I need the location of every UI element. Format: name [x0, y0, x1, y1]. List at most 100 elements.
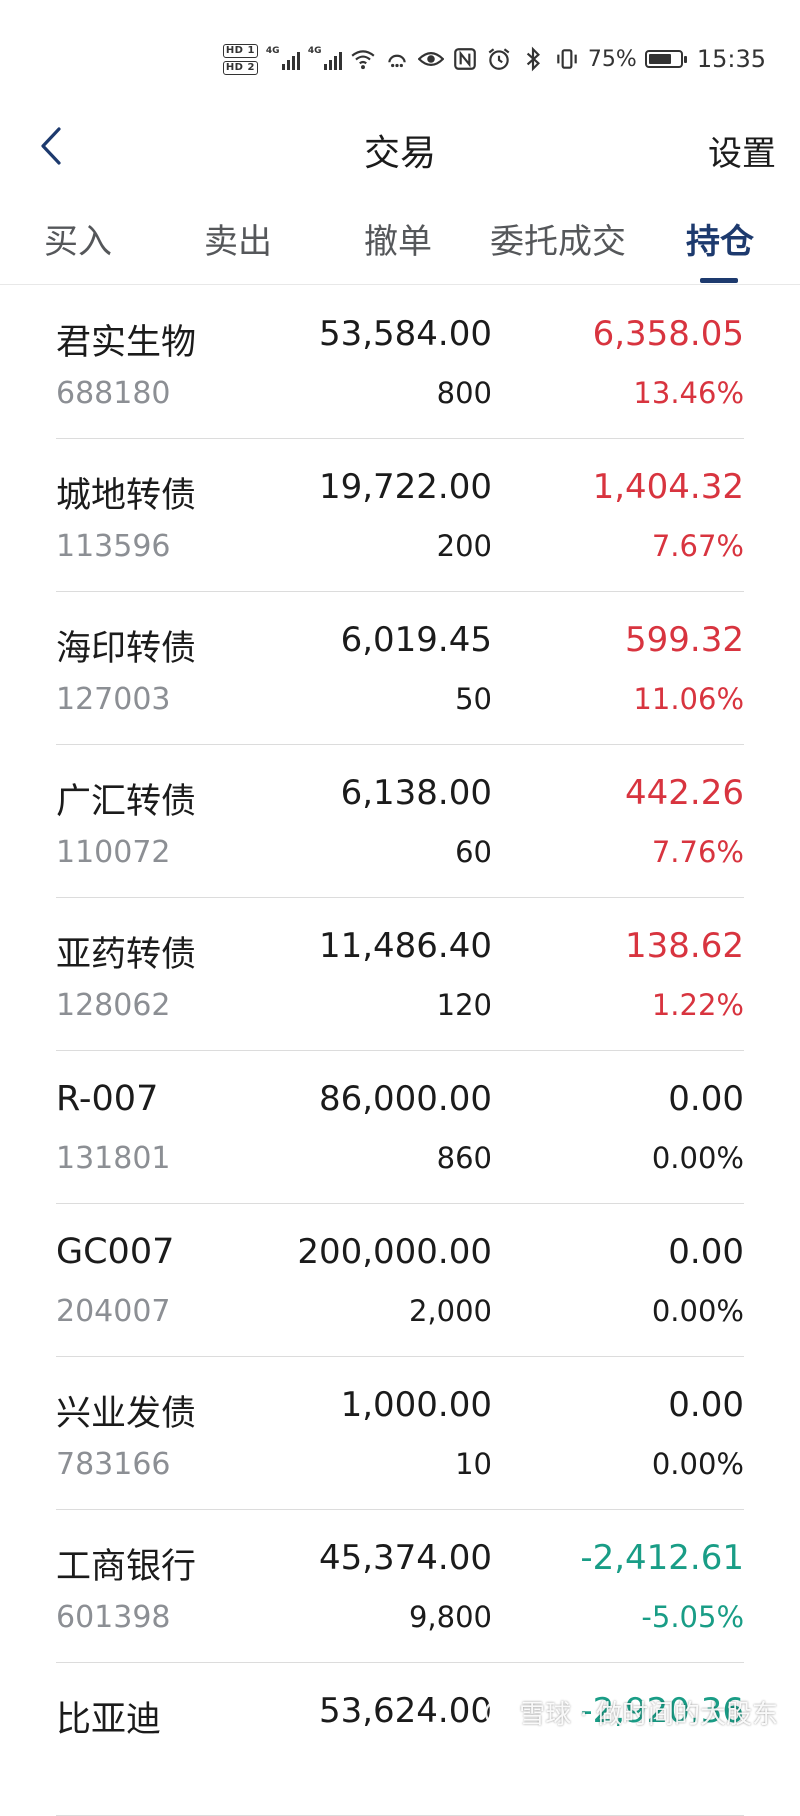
tab-bar: 买入 卖出 撤单 委托成交 持仓 [0, 196, 800, 285]
battery-fill [648, 54, 672, 64]
holding-name: 比亚迪 [56, 1700, 162, 1740]
holding-profit-pct: 7.76% [651, 835, 744, 869]
settings-button[interactable]: 设置 [708, 126, 776, 175]
holding-market-value: 19,722.00 [318, 467, 492, 507]
holding-name: GC007 [56, 1232, 175, 1272]
holding-profit-loss: -2,412.61 [580, 1538, 744, 1578]
eye-icon [417, 46, 444, 72]
tab-sell[interactable]: 卖出 [204, 214, 272, 263]
holding-market-value: 11,486.40 [318, 926, 492, 966]
alarm-icon [486, 46, 512, 72]
wifi-icon [350, 46, 376, 72]
holding-row[interactable]: 城地转债 113596 19,722.00 200 1,404.32 7.67% [56, 439, 744, 592]
holding-profit-loss: 1,404.32 [592, 467, 744, 507]
holding-code: 783166 [56, 1447, 171, 1482]
holding-row[interactable]: GC007 204007 200,000.00 2,000 0.00 0.00% [56, 1204, 744, 1357]
holding-profit-pct: 1.22% [651, 988, 744, 1022]
holding-quantity: 860 [436, 1141, 492, 1175]
holding-profit-pct: 7.67% [651, 529, 744, 563]
holding-name: 城地转债 [56, 476, 197, 516]
network-type-label-2: 4G [307, 46, 322, 56]
holding-market-value: 1,000.00 [340, 1385, 492, 1425]
holding-code: 113596 [56, 529, 171, 564]
bluetooth-icon [520, 46, 546, 72]
watermark: 雪球 · 做时间的大股东 [483, 1694, 778, 1731]
holding-quantity: 9,800 [408, 1600, 492, 1634]
holding-profit-loss: 0.00 [668, 1079, 744, 1119]
holding-profit-pct: 0.00% [651, 1447, 744, 1481]
signal-icon-2: 4G [307, 46, 342, 70]
holding-code: 204007 [56, 1294, 171, 1329]
holding-profit-loss: 0.00 [668, 1385, 744, 1425]
holding-quantity: 2,000 [408, 1294, 492, 1328]
holding-name: 亚药转债 [56, 935, 197, 975]
active-tab-indicator [700, 278, 738, 283]
signal-icon: 4G [265, 46, 300, 70]
holding-name: 兴业发债 [56, 1394, 197, 1434]
holding-quantity: 60 [455, 835, 492, 869]
holding-quantity: 120 [436, 988, 492, 1022]
holding-name: 君实生物 [56, 323, 197, 363]
holding-profit-loss: 0.00 [668, 1232, 744, 1272]
status-bar: HD 1 HD 2 4G 4G 75% 15:35 [0, 0, 800, 110]
holding-code: 601398 [56, 1600, 171, 1635]
nav-header: 交易 设置 [0, 110, 800, 182]
holding-row[interactable]: 广汇转债 110072 6,138.00 60 442.26 7.76% [56, 745, 744, 898]
holding-row[interactable]: 比亚迪 53,624.00 -2,920.36 [56, 1663, 744, 1816]
holding-market-value: 45,374.00 [318, 1538, 492, 1578]
holding-row[interactable]: 亚药转债 128062 11,486.40 120 138.62 1.22% [56, 898, 744, 1051]
holding-market-value: 6,138.00 [340, 773, 492, 813]
holding-row[interactable]: 工商银行 601398 45,374.00 9,800 -2,412.61 -5.05% [56, 1510, 744, 1663]
holdings-list[interactable]: 君实生物 688180 53,584.00 800 6,358.05 13.46% 城地转债… [56, 286, 744, 1816]
status-time: 15:35 [696, 45, 766, 73]
page-title: 交易 [363, 133, 436, 174]
tab-positions[interactable]: 持仓 [686, 214, 754, 263]
holding-quantity: 800 [436, 376, 492, 410]
holding-profit-pct: 13.46% [633, 376, 744, 410]
holding-profit-pct: 0.00% [651, 1294, 744, 1328]
holding-name: 工商银行 [56, 1547, 197, 1587]
holding-market-value: 53,624.00 [318, 1691, 492, 1731]
holding-row[interactable]: 兴业发债 783166 1,000.00 10 0.00 0.00% [56, 1357, 744, 1510]
holding-quantity: 200 [436, 529, 492, 563]
sim-indicators: HD 1 HD 2 [222, 43, 258, 75]
holding-name: 广汇转债 [56, 782, 197, 822]
holding-code: 688180 [56, 376, 171, 411]
holding-quantity: 50 [455, 682, 492, 716]
holding-quantity: 10 [455, 1447, 492, 1481]
holding-code: 128062 [56, 988, 171, 1023]
holding-profit-loss: 599.32 [625, 620, 744, 660]
tab-orders-trades[interactable]: 委托成交 [490, 214, 626, 263]
hotspot-icon [384, 46, 410, 72]
holding-profit-loss: 6,358.05 [592, 314, 744, 354]
holding-market-value: 86,000.00 [318, 1079, 492, 1119]
status-icons: HD 1 HD 2 4G 4G 75% 15:35 [222, 42, 766, 76]
watermark-text: 雪球 · 做时间的大股东 [519, 1700, 778, 1730]
holding-profit-loss: 138.62 [625, 926, 744, 966]
tab-cancel-order[interactable]: 撤单 [364, 214, 432, 263]
holding-profit-pct: -5.05% [641, 1600, 744, 1634]
vibrate-icon [554, 46, 580, 72]
sim1-hd-label: HD 1 [222, 43, 258, 58]
holding-profit-loss: 442.26 [625, 773, 744, 813]
holding-row[interactable]: 海印转债 127003 6,019.45 50 599.32 11.06% [56, 592, 744, 745]
sim2-hd-label: HD 2 [222, 60, 258, 75]
holding-code: 131801 [56, 1141, 171, 1176]
holding-market-value: 6,019.45 [340, 620, 492, 660]
battery-percent: 75% [587, 46, 637, 72]
holding-market-value: 53,584.00 [318, 314, 492, 354]
holding-code: 127003 [56, 682, 171, 717]
holding-profit-pct: 0.00% [651, 1141, 744, 1175]
tab-buy[interactable]: 买入 [44, 214, 112, 263]
holding-code: 110072 [56, 835, 171, 870]
holding-market-value: 200,000.00 [297, 1232, 492, 1272]
nfc-icon [452, 46, 478, 72]
holding-profit-pct: 11.06% [633, 682, 744, 716]
holding-row[interactable]: R-007 131801 86,000.00 860 0.00 0.00% [56, 1051, 744, 1204]
snowball-logo-icon [485, 1699, 512, 1726]
holding-name: 海印转债 [56, 629, 197, 669]
holding-row[interactable]: 君实生物 688180 53,584.00 800 6,358.05 13.46% [56, 286, 744, 439]
holding-name: R-007 [56, 1079, 159, 1119]
battery-icon [644, 50, 687, 68]
network-type-label: 4G [265, 46, 280, 56]
